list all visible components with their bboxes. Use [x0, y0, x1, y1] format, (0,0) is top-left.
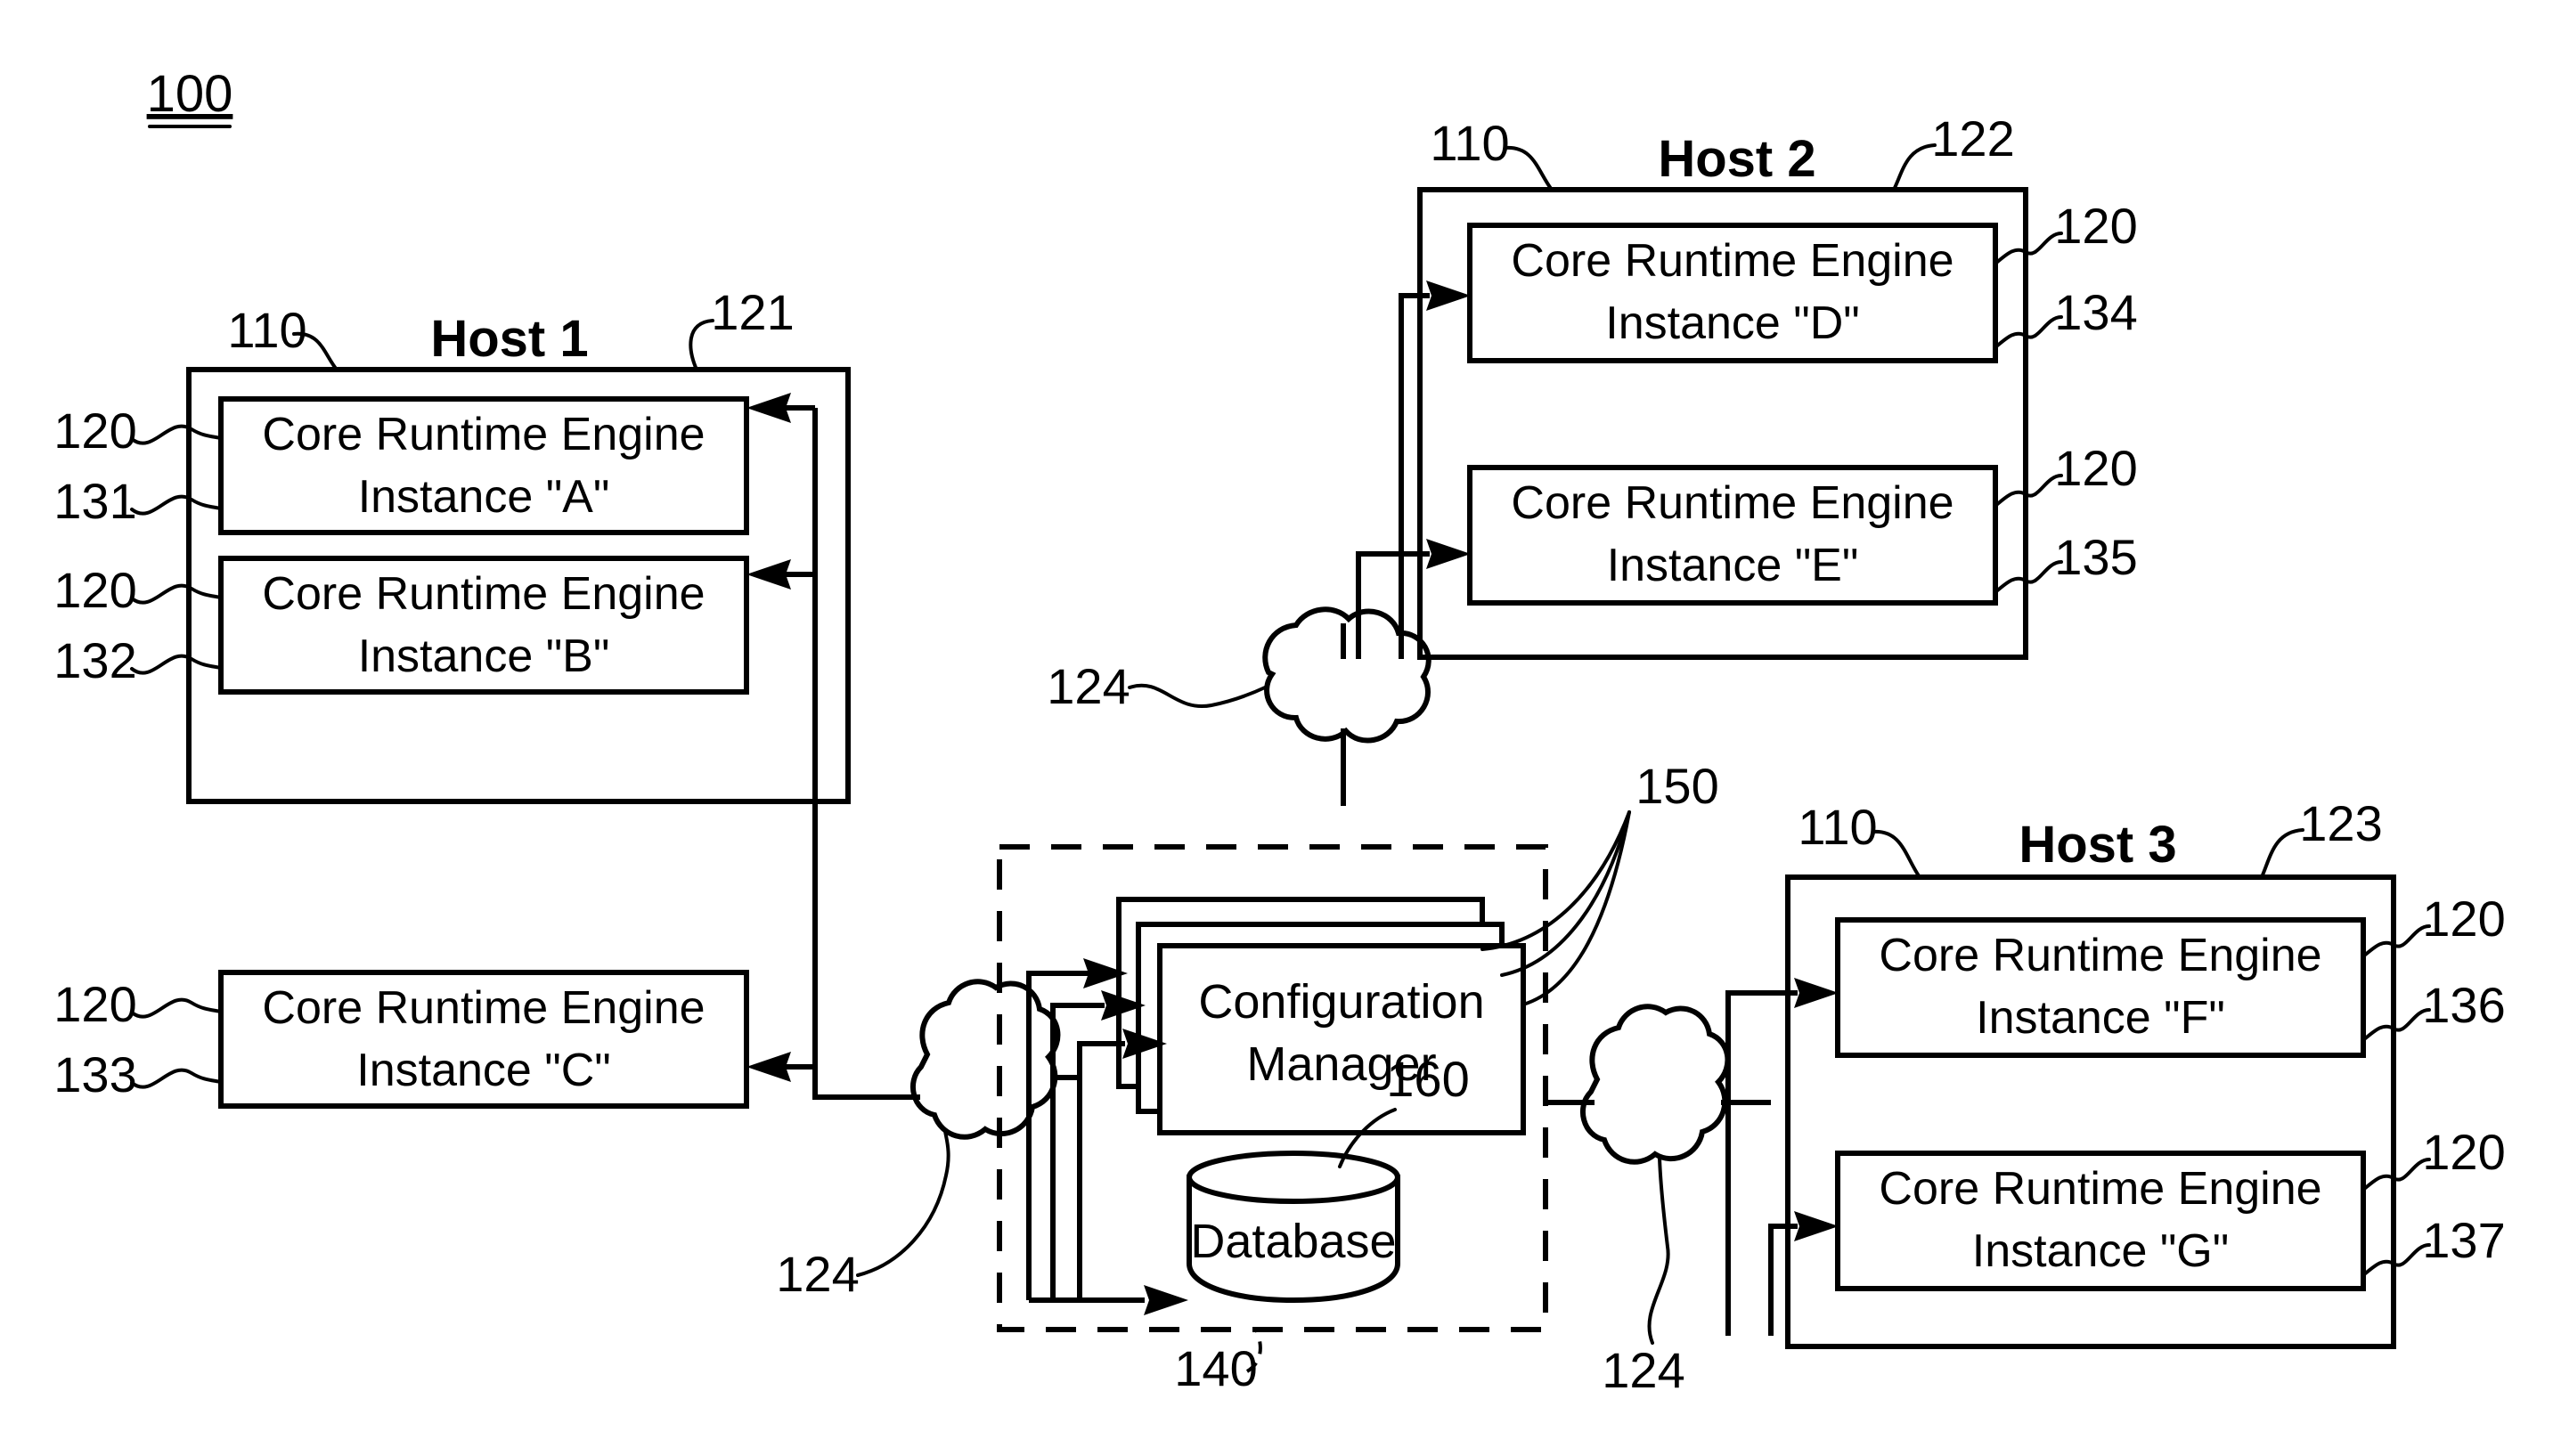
host-2-host-ref-label: 110 [1430, 115, 1509, 171]
config-manager-ref-leader-3 [1521, 810, 1631, 1006]
config-manager-ref-label: 150 [1635, 758, 1718, 814]
host-3-host-ref-leader [1872, 829, 1921, 879]
network-cloud-host-1-ref: 124 [776, 1246, 859, 1302]
network-cloud-host-3-leader [1647, 1156, 1670, 1345]
host-1-engine-c-ref-120-leader [130, 997, 223, 1019]
host-2-engine-e-line1: Core Runtime Engine [1511, 477, 1953, 529]
host-2-box-ref-label: 122 [1931, 110, 2014, 167]
network-cloud-host-1-leader [856, 1129, 950, 1277]
host-2-engine-d-ref-120: 120 [2054, 198, 2137, 254]
management-subsystem-ref-label: 140 [1174, 1340, 1257, 1396]
network-cloud-host-3[interactable]: 124 [1546, 1004, 1771, 1398]
host-1-engine-a-ref-131: 131 [53, 473, 136, 529]
host-1-engine-c-line1: Core Runtime Engine [262, 982, 705, 1034]
patent-figure-root: 100 Host 1 110 121 Core Runtime Engine I… [0, 0, 2553, 1456]
management-subsystem-group[interactable]: 140 Configuration Manager 150 Database 1… [997, 758, 1719, 1396]
host-1-engine-c-ref-133: 133 [53, 1046, 136, 1102]
arrow-into-database [1144, 1285, 1188, 1315]
host-1-engine-a-line2: Instance "A" [358, 471, 610, 523]
network-cloud-host-1[interactable]: 124 [776, 979, 1082, 1302]
host-1-engine-b-ref-120: 120 [53, 562, 136, 618]
host-3-engine-f-ref-120: 120 [2422, 891, 2505, 947]
system-architecture-diagram: 100 Host 1 110 121 Core Runtime Engine I… [53, 65, 2506, 1398]
database-cylinder-top [1187, 1151, 1400, 1204]
host-1-host-ref-label: 110 [227, 302, 306, 358]
host-2-engine-d-line2: Instance "D" [1605, 297, 1860, 349]
host-1-engine-b-ref-132: 132 [53, 632, 136, 688]
network-cloud-host-2-leader [1128, 683, 1267, 709]
host-1-engine-c-ref-133-leader [130, 1068, 223, 1089]
host-3-host-ref-label: 110 [1798, 799, 1877, 855]
database-label: Database [1190, 1215, 1396, 1268]
figure-number-100: 100 [147, 65, 233, 128]
host-3-engine-f-line2: Instance "F" [1976, 992, 2225, 1044]
host-1-box-ref-leader [689, 319, 714, 371]
host-1-engine-c-line2: Instance "C" [356, 1045, 611, 1096]
host-2-engine-e-line2: Instance "E" [1607, 540, 1859, 591]
host-1-title: Host 1 [430, 310, 588, 368]
database-cylinder-icon[interactable]: Database [1187, 1151, 1400, 1304]
host-3-engine-g-line1: Core Runtime Engine [1879, 1163, 2321, 1215]
host-1-engine-c-ref-120: 120 [53, 976, 136, 1032]
host-2-engine-e-ref-135: 135 [2054, 529, 2137, 585]
host-3-box-ref-leader [2260, 828, 2304, 879]
host-1-engine-a-line1: Core Runtime Engine [262, 409, 705, 460]
network-cloud-host-3-ref: 124 [1602, 1342, 1684, 1398]
host-3-engine-g-ref-120: 120 [2422, 1124, 2505, 1180]
host-3-title: Host 3 [2019, 816, 2176, 874]
figure-number-text: 100 [147, 65, 233, 123]
host-1-engine-a-ref-120: 120 [53, 403, 136, 459]
host-3-engine-f-ref-136: 136 [2422, 977, 2505, 1033]
host-2-engine-d-ref-134: 134 [2054, 284, 2137, 340]
host-3-engine-g-line2: Instance "G" [1972, 1225, 2229, 1277]
host-3-group[interactable]: Host 3 110 123 Core Runtime Engine Insta… [1725, 795, 2506, 1349]
network-cloud-host-2-ref: 124 [1047, 658, 1130, 714]
host-1-group[interactable]: Host 1 110 121 Core Runtime Engine Insta… [53, 284, 891, 1109]
host-1-engine-b-line1: Core Runtime Engine [262, 568, 705, 620]
host-2-engine-d-line1: Core Runtime Engine [1511, 235, 1953, 287]
host-1-engine-b-line2: Instance "B" [358, 630, 610, 682]
host-2-engine-e-ref-120: 120 [2054, 440, 2137, 496]
host-2-title: Host 2 [1658, 130, 1815, 188]
host-2-box-ref-leader [1892, 143, 1937, 191]
network-cloud-host-2[interactable]: 124 [1047, 606, 1431, 806]
host-3-engine-f-line1: Core Runtime Engine [1879, 930, 2321, 981]
host-1-box-ref-label: 121 [711, 284, 794, 340]
host-2-group[interactable]: Host 2 110 122 Core Runtime Engine Insta… [1356, 110, 2138, 660]
host-3-box-ref-label: 123 [2299, 795, 2382, 851]
host-3-engine-g-ref-137: 137 [2422, 1212, 2505, 1268]
database-ref-label: 160 [1386, 1051, 1469, 1107]
config-manager-line1: Configuration [1198, 975, 1484, 1029]
host-2-host-ref-leader [1504, 145, 1554, 191]
host-1-arrow-to-c [746, 1052, 791, 1082]
